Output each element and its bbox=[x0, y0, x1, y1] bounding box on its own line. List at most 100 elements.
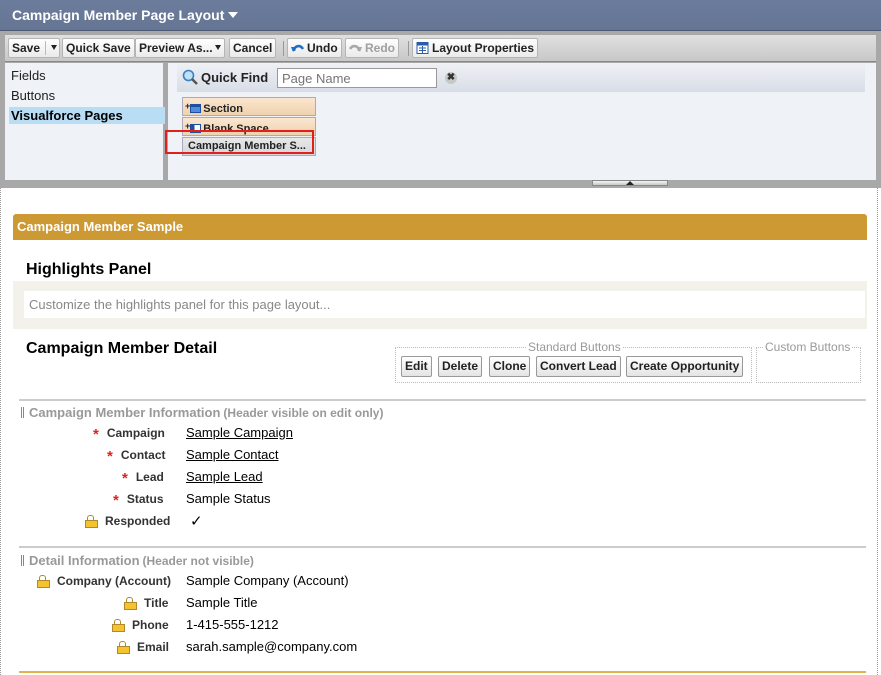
undo-button[interactable]: Undo bbox=[287, 38, 342, 58]
quick-find-bar: Quick Find ✖ bbox=[177, 64, 865, 92]
lock-icon bbox=[112, 619, 125, 632]
toolbar: Save Quick Save Preview As... Cancel Und… bbox=[5, 35, 876, 62]
field-row-contact[interactable]: * Contact Sample Contact bbox=[1, 446, 601, 466]
category-fields[interactable]: Fields bbox=[9, 67, 165, 84]
chevron-down-icon bbox=[214, 45, 221, 50]
search-icon bbox=[182, 69, 198, 85]
palette-item-label: Section bbox=[203, 103, 243, 115]
field-label-text: Campaign bbox=[106, 426, 165, 440]
field-label-text: Email bbox=[137, 640, 170, 654]
clone-button[interactable]: Clone bbox=[489, 356, 531, 377]
category-buttons[interactable]: Buttons bbox=[9, 87, 165, 104]
field-label: Company (Account) bbox=[37, 574, 171, 588]
field-label: * Campaign bbox=[93, 426, 165, 443]
page-layout-editor: Campaign Member Page Layout Save Quick S… bbox=[0, 0, 881, 675]
section-header-campaign-member-information[interactable]: Campaign Member Information (Header visib… bbox=[21, 405, 383, 420]
redo-icon bbox=[349, 44, 362, 52]
edit-button[interactable]: Edit bbox=[401, 356, 432, 377]
palette: Fields Buttons Visualforce Pages Quick F… bbox=[5, 63, 876, 180]
palette-item-section[interactable]: + Section bbox=[182, 97, 316, 116]
save-dropdown-icon[interactable] bbox=[51, 45, 58, 50]
field-label: Title bbox=[124, 596, 168, 610]
field-value: Sample Status bbox=[186, 491, 271, 506]
save-label: Save bbox=[12, 41, 41, 55]
undo-icon bbox=[291, 44, 304, 52]
field-row-lead[interactable]: * Lead Sample Lead bbox=[1, 468, 601, 488]
preview-as-button[interactable]: Preview As... bbox=[135, 38, 225, 58]
layout-title: Campaign Member Page Layout bbox=[12, 7, 225, 23]
field-row-phone[interactable]: Phone 1-415-555-1212 bbox=[1, 616, 601, 636]
layout-properties-icon bbox=[416, 42, 429, 54]
required-icon: * bbox=[122, 470, 128, 487]
layout-header: Campaign Member Sample bbox=[13, 214, 867, 240]
field-label-text: Status bbox=[126, 492, 164, 506]
custom-buttons-label: Custom Buttons bbox=[763, 340, 853, 354]
redo-button[interactable]: Redo bbox=[345, 38, 399, 58]
delete-button[interactable]: Delete bbox=[438, 356, 483, 377]
divider bbox=[45, 41, 47, 55]
save-button[interactable]: Save bbox=[8, 38, 60, 58]
field-row-status[interactable]: * Status Sample Status bbox=[1, 490, 601, 510]
field-label: Phone bbox=[112, 618, 169, 632]
field-value: Sample Title bbox=[186, 595, 258, 610]
cancel-button[interactable]: Cancel bbox=[229, 38, 277, 58]
required-icon: * bbox=[93, 426, 99, 443]
quick-save-button[interactable]: Quick Save bbox=[62, 38, 135, 58]
convert-lead-button[interactable]: Convert Lead bbox=[536, 356, 621, 377]
field-value: Sample Lead bbox=[186, 469, 263, 484]
palette-item-blank-space[interactable]: + Blank Space bbox=[182, 117, 316, 136]
field-label-text: Phone bbox=[132, 618, 169, 632]
title-bar: Campaign Member Page Layout bbox=[0, 0, 881, 31]
toolbar-divider bbox=[283, 41, 284, 56]
standard-buttons-label: Standard Buttons bbox=[526, 340, 623, 354]
field-label: * Status bbox=[113, 492, 164, 509]
highlights-panel[interactable]: Customize the highlights panel for this … bbox=[13, 281, 867, 329]
layout-properties-label: Layout Properties bbox=[432, 41, 535, 55]
palette-item-visualforce-page[interactable]: Campaign Member S... bbox=[182, 137, 316, 156]
field-value: Sample Company (Account) bbox=[186, 573, 349, 588]
field-row-responded[interactable]: Responded ✓ bbox=[1, 512, 601, 532]
field-label: * Lead bbox=[122, 470, 164, 487]
drag-handle-icon[interactable] bbox=[21, 555, 24, 566]
create-opportunity-button[interactable]: Create Opportunity bbox=[626, 356, 744, 377]
category-visualforce-pages[interactable]: Visualforce Pages bbox=[9, 107, 165, 124]
field-row-campaign[interactable]: * Campaign Sample Campaign bbox=[1, 424, 601, 444]
quick-find-input[interactable] bbox=[277, 68, 437, 88]
field-value: 1-415-555-1212 bbox=[186, 617, 279, 632]
layout-canvas: Campaign Member Sample Highlights Panel … bbox=[0, 188, 881, 675]
drag-handle-icon[interactable] bbox=[21, 407, 24, 418]
lock-icon bbox=[37, 575, 50, 588]
palette-item-label: Blank Space bbox=[203, 123, 269, 135]
lock-icon bbox=[124, 597, 137, 610]
field-label-text: Company (Account) bbox=[57, 574, 171, 588]
highlights-panel-placeholder[interactable]: Customize the highlights panel for this … bbox=[24, 291, 865, 318]
section-note: (Header visible on edit only) bbox=[223, 406, 384, 420]
field-row-title[interactable]: Title Sample Title bbox=[1, 594, 601, 614]
section-header-detail-information[interactable]: Detail Information (Header not visible) bbox=[21, 553, 254, 568]
field-label: * Contact bbox=[107, 448, 166, 465]
field-row-company[interactable]: Company (Account) Sample Company (Accoun… bbox=[1, 572, 601, 592]
layout-properties-button[interactable]: Layout Properties bbox=[412, 38, 539, 58]
highlights-panel-title: Highlights Panel bbox=[26, 261, 152, 278]
section-divider bbox=[19, 671, 866, 673]
quick-find-text: Quick Find bbox=[201, 70, 269, 85]
chevron-down-icon bbox=[228, 12, 239, 18]
collapse-palette-handle[interactable] bbox=[592, 180, 668, 186]
layout-title-menu[interactable]: Campaign Member Page Layout bbox=[12, 7, 239, 23]
checkmark-icon: ✓ bbox=[190, 513, 203, 530]
required-icon: * bbox=[107, 448, 113, 465]
toolbar-divider bbox=[408, 41, 409, 56]
editor-frame: Save Quick Save Preview As... Cancel Und… bbox=[0, 31, 881, 188]
quick-find-label: Quick Find bbox=[182, 69, 268, 85]
lock-icon bbox=[117, 641, 130, 654]
clear-search-icon[interactable]: ✖ bbox=[445, 72, 457, 84]
section-icon bbox=[190, 104, 202, 113]
blank-space-icon bbox=[190, 124, 202, 133]
field-label-text: Lead bbox=[135, 470, 164, 484]
field-label-text: Responded bbox=[105, 514, 171, 528]
field-row-email[interactable]: Email sarah.sample@company.com bbox=[1, 638, 601, 658]
section-title: Campaign Member Information bbox=[29, 405, 221, 420]
detail-title: Campaign Member Detail bbox=[26, 340, 218, 357]
section-divider bbox=[19, 399, 866, 401]
redo-label: Redo bbox=[365, 41, 395, 55]
